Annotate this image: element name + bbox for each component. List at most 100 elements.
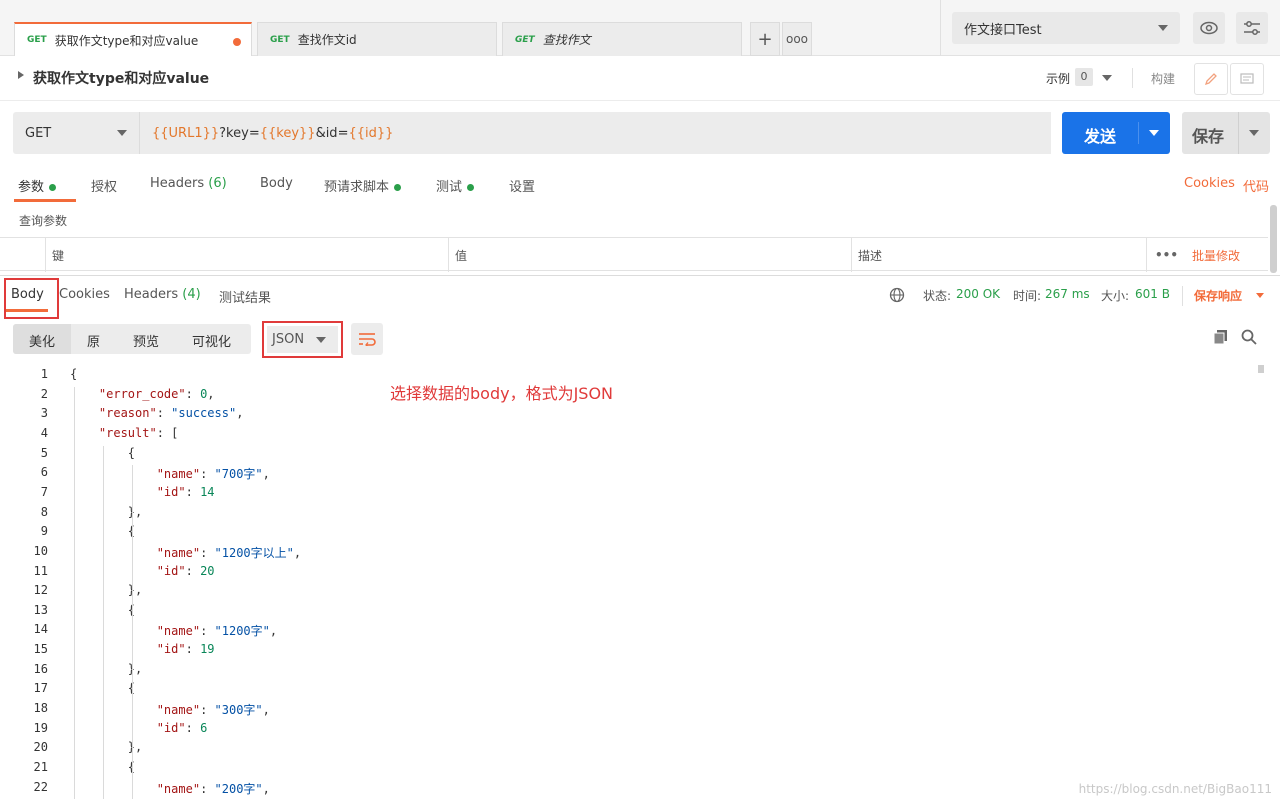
view-preview[interactable]: 预览 — [133, 331, 159, 350]
search-icon[interactable] — [1241, 329, 1257, 345]
status-value: 200 OK — [956, 287, 1001, 301]
params-scrollbar[interactable] — [1270, 205, 1277, 273]
line-number: 20 — [33, 740, 48, 755]
response-body-code[interactable]: 1 {2 "error_code": 0, 3 "reason": "success… — [0, 365, 1268, 806]
divider — [940, 0, 941, 56]
line-number: 13 — [33, 602, 48, 617]
tab-tests-label: 测试 — [436, 180, 463, 195]
line-number: 12 — [33, 583, 48, 598]
annotation-box-body — [4, 278, 59, 319]
tab-find-essay[interactable]: GET 查找作文 — [502, 22, 742, 56]
save-button[interactable]: 保存 — [1182, 112, 1270, 154]
examples-count: 0 — [1075, 68, 1093, 86]
tab-auth[interactable]: 授权 — [91, 176, 117, 195]
line-number: 1 — [40, 367, 48, 381]
chevron-down-icon — [316, 337, 326, 343]
col-key-label: 键 — [52, 248, 65, 263]
more-icon: ••• — [1154, 248, 1178, 262]
chevron-down-icon — [117, 130, 127, 136]
code-line: "id": 6 — [156, 720, 208, 735]
send-button[interactable]: 发送 — [1062, 112, 1170, 154]
method-select[interactable]: GET — [13, 112, 139, 154]
tab-params[interactable]: 参数 — [18, 176, 57, 195]
tab-find-id[interactable]: GET 查找作文id — [257, 22, 497, 56]
tab-more-button[interactable]: ooo — [782, 22, 812, 56]
view-raw[interactable]: 原 — [87, 331, 100, 350]
col-value: 值 — [448, 238, 851, 272]
response-tab-cookies[interactable]: Cookies — [59, 287, 110, 302]
comments-button[interactable] — [1230, 63, 1264, 95]
wrap-icon — [359, 333, 376, 346]
globe-icon[interactable] — [889, 287, 905, 303]
tab-settings[interactable]: 设置 — [509, 176, 535, 195]
tab-prerequest[interactable]: 预请求脚本 — [324, 176, 402, 195]
format-value: JSON — [272, 332, 305, 347]
line-number: 15 — [33, 642, 48, 657]
line-number: 19 — [33, 720, 48, 735]
status-dot-icon — [49, 184, 57, 191]
query-params-label: 查询参数 — [19, 214, 68, 228]
response-tab-headers[interactable]: Headers (4) — [124, 287, 201, 302]
chevron-down-icon[interactable] — [1102, 75, 1112, 81]
line-number: 21 — [33, 760, 48, 774]
edit-button[interactable] — [1194, 63, 1228, 95]
save-options-chevron-icon[interactable] — [1249, 130, 1259, 136]
code-line: "id": 20 — [156, 563, 215, 578]
environment-select[interactable]: 作文接口Test — [952, 12, 1180, 44]
code-scrollbar[interactable] — [1258, 365, 1264, 373]
divider — [1182, 286, 1183, 306]
annotation-text: 选择数据的body，格式为JSON — [390, 384, 614, 403]
col-description: 描述 — [851, 238, 1146, 272]
tab-body[interactable]: Body — [260, 176, 293, 191]
tab-method: GET — [515, 34, 535, 45]
code-line: "name": "300字", — [156, 703, 270, 718]
view-pretty[interactable]: 美化 — [29, 331, 55, 350]
tab-label: 查找作文id — [297, 33, 357, 47]
response-tab-tests[interactable]: 测试结果 — [219, 287, 271, 306]
response-headers-label: Headers — [124, 287, 179, 302]
code-line: "name": "200字", — [156, 781, 270, 796]
request-title: 获取作文type和对应value — [33, 71, 210, 87]
view-visualize[interactable]: 可视化 — [192, 331, 231, 350]
build-label[interactable]: 构建 — [1151, 70, 1175, 87]
format-select[interactable]: JSON — [262, 321, 343, 358]
save-response-button[interactable]: 保存响应 — [1194, 287, 1242, 304]
bulk-edit-link[interactable]: 批量修改 — [1186, 238, 1268, 272]
status-dot-icon — [467, 184, 475, 191]
line-number: 17 — [33, 681, 48, 696]
response-headers-count: (4) — [182, 287, 201, 302]
send-options-chevron-icon[interactable] — [1149, 130, 1159, 136]
divider — [1132, 68, 1133, 88]
time-value: 267 ms — [1045, 287, 1090, 301]
save-response-chevron-icon[interactable] — [1256, 293, 1264, 298]
indent-guide — [74, 386, 75, 800]
examples-label[interactable]: 示例 — [1046, 70, 1070, 87]
tab-bar: GET 获取作文type和对应value GET 查找作文id GET 查找作文… — [0, 0, 1280, 56]
line-number: 7 — [40, 484, 48, 499]
environment-quick-look-button[interactable] — [1193, 12, 1225, 44]
url-var-id: {{id}} — [348, 125, 394, 141]
code-line: "result": [ — [98, 425, 179, 440]
tab-label: 查找作文 — [542, 33, 591, 47]
bulk-edit-label: 批量修改 — [1192, 248, 1241, 263]
tab-headers[interactable]: Headers (6) — [150, 176, 227, 191]
send-label: 发送 — [1084, 127, 1117, 146]
line-number: 2 — [40, 386, 48, 401]
col-value-label: 值 — [455, 248, 468, 263]
copy-icon[interactable] — [1213, 329, 1229, 345]
sliders-icon — [1244, 21, 1260, 35]
tab-tests[interactable]: 测试 — [436, 176, 475, 195]
url-input[interactable]: {{URL1}} ?key= {{key}} &id= {{id}} — [139, 112, 1051, 154]
new-tab-button[interactable]: + — [750, 22, 780, 56]
code-line: "error_code": 0, — [98, 386, 215, 401]
more-options-button[interactable]: ••• — [1146, 238, 1186, 272]
eye-icon — [1200, 21, 1218, 35]
code-link[interactable]: 代码 — [1243, 176, 1269, 195]
cookies-link[interactable]: Cookies — [1184, 176, 1235, 191]
line-number: 22 — [33, 779, 48, 794]
code-line: "id": 14 — [156, 484, 215, 499]
wrap-lines-button[interactable] — [351, 323, 383, 355]
tab-request-type-value[interactable]: GET 获取作文type和对应value — [14, 22, 252, 56]
manage-environments-button[interactable] — [1236, 12, 1268, 44]
expand-triangle-icon[interactable] — [18, 71, 24, 79]
